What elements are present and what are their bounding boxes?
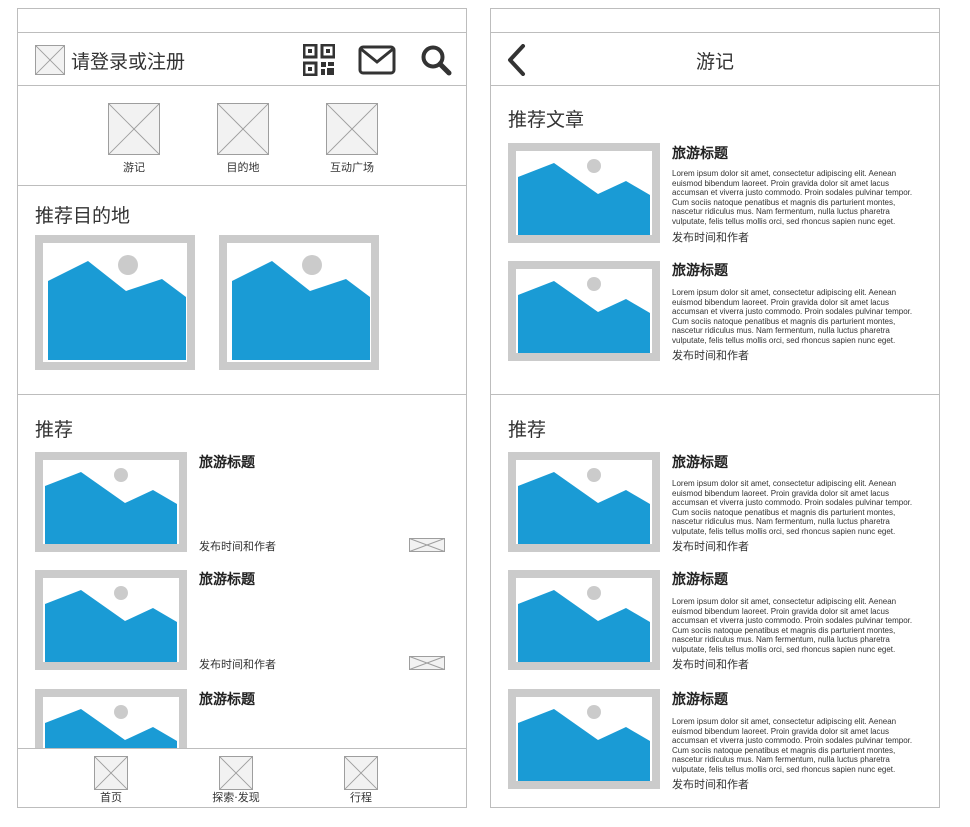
recommended-item-2-image[interactable] [35, 570, 187, 670]
category-travelogue-icon[interactable] [108, 103, 160, 155]
recommended-article-3-summary: Lorem ipsum dolor sit amet, consectetur … [672, 717, 913, 774]
envelope-icon[interactable] [409, 538, 445, 552]
status-bar [18, 9, 466, 33]
featured-item-2-summary: Lorem ipsum dolor sit amet, consectetur … [672, 288, 913, 345]
envelope-icon[interactable] [409, 656, 445, 670]
status-bar [491, 9, 939, 33]
tab-itinerary-label[interactable]: 行程 [321, 789, 401, 805]
recommended-destinations-title: 推荐目的地 [35, 205, 131, 227]
search-icon[interactable] [420, 44, 452, 76]
recommended-item-3-title[interactable]: 旅游标题 [199, 689, 255, 709]
recommended-article-3-meta: 发布时间和作者 [672, 778, 749, 791]
category-travelogue-label[interactable]: 游记 [94, 159, 174, 175]
login-register-link[interactable]: 请登录或注册 [71, 47, 185, 74]
destination-card-2-image[interactable] [219, 235, 379, 370]
featured-item-1-summary: Lorem ipsum dolor sit amet, consectetur … [672, 169, 913, 226]
qr-code-icon[interactable] [303, 44, 335, 76]
recommended-article-2-summary: Lorem ipsum dolor sit amet, consectetur … [672, 597, 913, 654]
section-divider [491, 394, 939, 395]
avatar-placeholder[interactable] [35, 45, 65, 75]
recommended-article-2-title[interactable]: 旅游标题 [672, 569, 728, 589]
category-community-icon[interactable] [326, 103, 378, 155]
recommended-article-1-title[interactable]: 旅游标题 [672, 452, 728, 472]
tab-explore-label[interactable]: 探索·发现 [196, 789, 276, 805]
mail-icon[interactable] [358, 45, 396, 75]
recommended-item-2-title[interactable]: 旅游标题 [199, 569, 255, 589]
destination-card-1-image[interactable] [35, 235, 195, 370]
travelogue-header: 游记 [491, 33, 939, 86]
travelogue-screen: 游记 推荐文章 旅游标题 Lorem ipsum dolor sit amet,… [490, 8, 940, 808]
featured-item-1-title[interactable]: 旅游标题 [672, 143, 728, 163]
category-community-label[interactable]: 互动广场 [312, 159, 392, 175]
recommended-title: 推荐 [35, 419, 74, 441]
recommended-item-1-image[interactable] [35, 452, 187, 552]
section-divider [18, 185, 466, 186]
featured-articles-title: 推荐文章 [508, 109, 585, 131]
tab-explore-icon[interactable] [219, 756, 253, 790]
tab-home-label[interactable]: 首页 [71, 789, 151, 805]
recommended-article-3-title[interactable]: 旅游标题 [672, 689, 728, 709]
recommended-article-1-meta: 发布时间和作者 [672, 540, 749, 553]
recommended-article-1-summary: Lorem ipsum dolor sit amet, consectetur … [672, 479, 913, 536]
featured-item-1-meta: 发布时间和作者 [672, 231, 749, 244]
recommended-article-2-image[interactable] [508, 570, 660, 670]
recommended-article-3-image[interactable] [508, 689, 660, 789]
featured-item-1-image[interactable] [508, 143, 660, 243]
tab-itinerary-icon[interactable] [344, 756, 378, 790]
tab-home-icon[interactable] [94, 756, 128, 790]
recommended-article-2-meta: 发布时间和作者 [672, 658, 749, 671]
recommended-item-1-meta: 发布时间和作者 [199, 540, 276, 553]
page-title: 游记 [695, 51, 734, 73]
section-divider [18, 394, 466, 395]
home-screen: 请登录或注册 游记 目的地 互动广场 推荐目的地 推荐 旅游标题 发布时间和作者… [17, 8, 467, 808]
category-destination-icon[interactable] [217, 103, 269, 155]
featured-item-2-title[interactable]: 旅游标题 [672, 260, 728, 280]
category-destination-label[interactable]: 目的地 [203, 159, 283, 175]
featured-item-2-meta: 发布时间和作者 [672, 349, 749, 362]
bottom-tab-bar: 首页 探索·发现 行程 [18, 748, 466, 807]
recommended-item-2-meta: 发布时间和作者 [199, 658, 276, 671]
recommended-title: 推荐 [508, 419, 547, 441]
recommended-article-1-image[interactable] [508, 452, 660, 552]
recommended-item-1-title[interactable]: 旅游标题 [199, 452, 255, 472]
featured-item-2-image[interactable] [508, 261, 660, 361]
home-header: 请登录或注册 [18, 33, 466, 86]
